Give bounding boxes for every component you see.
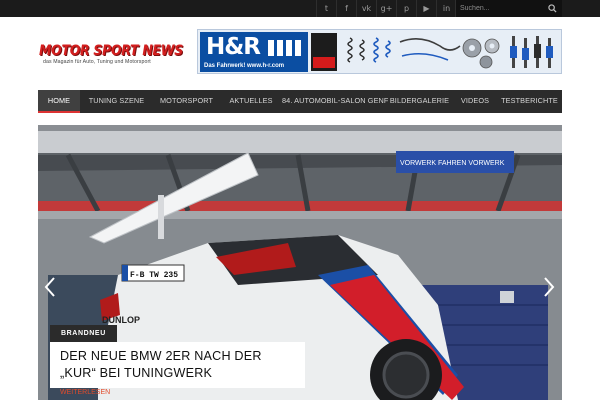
nav-item-home[interactable]: Home [38,90,80,113]
headline-box: Der neue BMW 2er nach der „Kur“ bei Tuni… [50,342,305,388]
slider-next-icon[interactable] [541,275,557,299]
main-navigation: Home Tuning Szene Motorsport Aktuelles 8… [38,90,562,113]
award-badge-icon [311,33,337,71]
slide-headline[interactable]: Der neue BMW 2er nach der „Kur“ bei Tuni… [60,348,295,382]
logo-title: MOTOR SPORT NEWS [39,41,183,59]
nav-item-aktuelles[interactable]: Aktuelles [220,90,282,113]
nav-item-tuning-szene[interactable]: Tuning Szene [80,90,153,113]
nav-item-testberichte[interactable]: Testberichte [497,90,562,113]
svg-text:F-B TW 235: F-B TW 235 [130,271,178,280]
google-plus-icon[interactable]: g+ [376,0,396,17]
nav-item-automobil-salon-genf[interactable]: 84. Automobil-Salon Genf [282,90,388,113]
site-logo[interactable]: MOTOR SPORT NEWS das Magazin für Auto, T… [39,41,195,72]
banner-stripes-icon [268,40,301,56]
svg-text:VORWERK FAHREN VORWERK: VORWERK FAHREN VORWERK [400,160,505,167]
top-bar: t f vk g+ p ▶ in [0,0,600,17]
svg-text:DUNLOP: DUNLOP [102,315,140,325]
social-links: t f vk g+ p ▶ in [316,0,456,17]
banner-tagline: Das Fahrwerk! www.h-r.com [204,63,285,69]
nav-item-videos[interactable]: Videos [453,90,497,113]
banner-brand-panel: H&R Das Fahrwerk! www.h-r.com [200,32,308,72]
youtube-icon[interactable]: ▶ [416,0,436,17]
slider-prev-icon[interactable] [42,275,58,299]
banner-brand: H&R [206,34,261,60]
search-icon[interactable] [548,4,557,13]
featured-slider[interactable]: VORWERK FAHREN VORWERK F-B TW 235 DUNLOP… [38,125,562,400]
nav-item-bildergalerie[interactable]: Bildergalerie [386,90,453,113]
suspension-parts-image [347,36,553,69]
logo-subtitle: das Magazin für Auto, Tuning und Motorsp… [43,59,151,65]
search-input[interactable] [460,2,544,15]
search-box [455,0,562,17]
vk-icon[interactable]: vk [356,0,376,17]
nav-item-motorsport[interactable]: Motorsport [153,90,220,113]
facebook-icon[interactable]: f [336,0,356,17]
linkedin-icon[interactable]: in [436,0,456,17]
ad-banner[interactable]: H&R Das Fahrwerk! www.h-r.com [197,29,562,74]
read-more-link[interactable]: weiterlesen [60,389,110,396]
pinterest-icon[interactable]: p [396,0,416,17]
twitter-icon[interactable]: t [316,0,336,17]
category-badge[interactable]: BRANDNEU [50,325,117,342]
